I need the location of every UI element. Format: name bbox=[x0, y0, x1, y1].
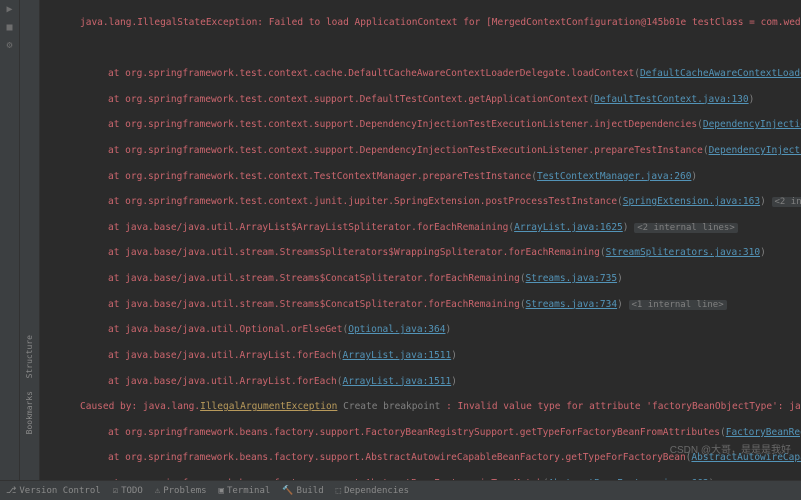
source-link[interactable]: DefaultCacheAwareContextLoaderDelegate.j… bbox=[640, 68, 801, 79]
collapse-badge[interactable]: <2 internal lines> bbox=[772, 197, 801, 207]
stack-frame: at java.base/java.util.ArrayList.forEach… bbox=[80, 376, 793, 389]
stack-frame: at java.base/java.util.stream.StreamsSpl… bbox=[80, 247, 793, 260]
source-link[interactable]: SpringExtension.java:163 bbox=[623, 196, 760, 207]
hammer-icon: 🔨 bbox=[282, 486, 293, 496]
trace-gutter bbox=[40, 0, 76, 480]
stack-frame: at java.base/java.util.ArrayList.forEach… bbox=[80, 350, 793, 363]
blank bbox=[80, 42, 793, 55]
tool-gutter: ▶ ■ ⚙ bbox=[0, 0, 20, 480]
stack-frame: at org.springframework.test.context.supp… bbox=[80, 119, 793, 132]
source-link[interactable]: DependencyInjectionTestExecutionListener… bbox=[709, 145, 801, 156]
stop-icon[interactable]: ■ bbox=[4, 22, 16, 34]
bookmarks-tab[interactable]: Bookmarks bbox=[23, 385, 36, 440]
source-link[interactable]: Streams.java:735 bbox=[526, 273, 618, 284]
vcs-tool[interactable]: ⎇Version Control bbox=[6, 486, 101, 496]
stack-frame: at org.springframework.test.context.juni… bbox=[80, 196, 793, 209]
source-link[interactable]: DefaultTestContext.java:130 bbox=[594, 94, 748, 105]
create-breakpoint[interactable]: Create breakpoint bbox=[343, 401, 440, 412]
warning-icon: ⚠ bbox=[155, 486, 160, 496]
stack-frame: at org.springframework.test.context.cach… bbox=[80, 68, 793, 81]
branch-icon: ⎇ bbox=[6, 486, 16, 496]
caused-by: Caused by: java.lang.IllegalArgumentExce… bbox=[80, 401, 793, 414]
source-link[interactable]: ArrayList.java:1511 bbox=[343, 376, 452, 387]
console-output[interactable]: java.lang.IllegalStateException: Failed … bbox=[40, 0, 801, 480]
source-link[interactable]: AbstractBeanFactory.java:663 bbox=[548, 478, 708, 480]
source-link[interactable]: ArrayList.java:1511 bbox=[343, 350, 452, 361]
stack-frame: at org.springframework.beans.factory.sup… bbox=[80, 427, 793, 440]
source-link[interactable]: ArrayList.java:1625 bbox=[514, 222, 623, 233]
left-sidebar-tabs: Structure Bookmarks bbox=[20, 0, 40, 480]
source-link[interactable]: AbstractAutowireCapableBeanFactory.java:… bbox=[691, 452, 801, 463]
source-link[interactable]: TestContextManager.java:260 bbox=[537, 171, 691, 182]
stack-frame: at java.base/java.util.Optional.orElseGe… bbox=[80, 324, 793, 337]
structure-tab[interactable]: Structure bbox=[23, 329, 36, 384]
status-bar: ⎇Version Control ☑TODO ⚠Problems ▣Termin… bbox=[0, 480, 801, 500]
todo-icon: ☑ bbox=[113, 486, 118, 496]
dependencies-tool[interactable]: ⬚Dependencies bbox=[336, 486, 409, 496]
source-link[interactable]: DependencyInjectionTestExecutionListener… bbox=[703, 119, 801, 130]
collapse-badge[interactable]: <1 internal line> bbox=[629, 300, 727, 310]
stack-frame: at org.springframework.test.context.supp… bbox=[80, 145, 793, 158]
stack-frame: at org.springframework.beans.factory.sup… bbox=[80, 478, 793, 480]
console-panel: java.lang.IllegalStateException: Failed … bbox=[40, 0, 801, 480]
settings-icon[interactable]: ⚙ bbox=[4, 40, 16, 52]
build-tool[interactable]: 🔨Build bbox=[282, 486, 323, 496]
exception-class[interactable]: IllegalArgumentException bbox=[200, 401, 337, 412]
source-link[interactable]: StreamSpliterators.java:310 bbox=[606, 247, 760, 258]
stack-frame: at java.base/java.util.ArrayList$ArrayLi… bbox=[80, 222, 793, 235]
stack-frame: at org.springframework.beans.factory.sup… bbox=[80, 452, 793, 465]
stack-frame: at org.springframework.test.context.supp… bbox=[80, 94, 793, 107]
problems-tool[interactable]: ⚠Problems bbox=[155, 486, 207, 496]
package-icon: ⬚ bbox=[336, 486, 341, 496]
source-link[interactable]: FactoryBeanRegistrySupport.java:86 bbox=[726, 427, 801, 438]
terminal-icon: ▣ bbox=[219, 486, 224, 496]
stack-frame: at java.base/java.util.stream.Streams$Co… bbox=[80, 299, 793, 312]
exception-header: java.lang.IllegalStateException: Failed … bbox=[80, 17, 793, 30]
stack-frame: at org.springframework.test.context.Test… bbox=[80, 171, 793, 184]
terminal-tool[interactable]: ▣Terminal bbox=[219, 486, 271, 496]
todo-tool[interactable]: ☑TODO bbox=[113, 486, 143, 496]
stack-frame: at java.base/java.util.stream.Streams$Co… bbox=[80, 273, 793, 286]
main-area: ▶ ■ ⚙ Structure Bookmarks java.lang.Ille… bbox=[0, 0, 801, 480]
run-icon[interactable]: ▶ bbox=[4, 4, 16, 16]
collapse-badge[interactable]: <2 internal lines> bbox=[634, 223, 738, 233]
source-link[interactable]: Streams.java:734 bbox=[526, 299, 618, 310]
source-link[interactable]: Optional.java:364 bbox=[348, 324, 445, 335]
